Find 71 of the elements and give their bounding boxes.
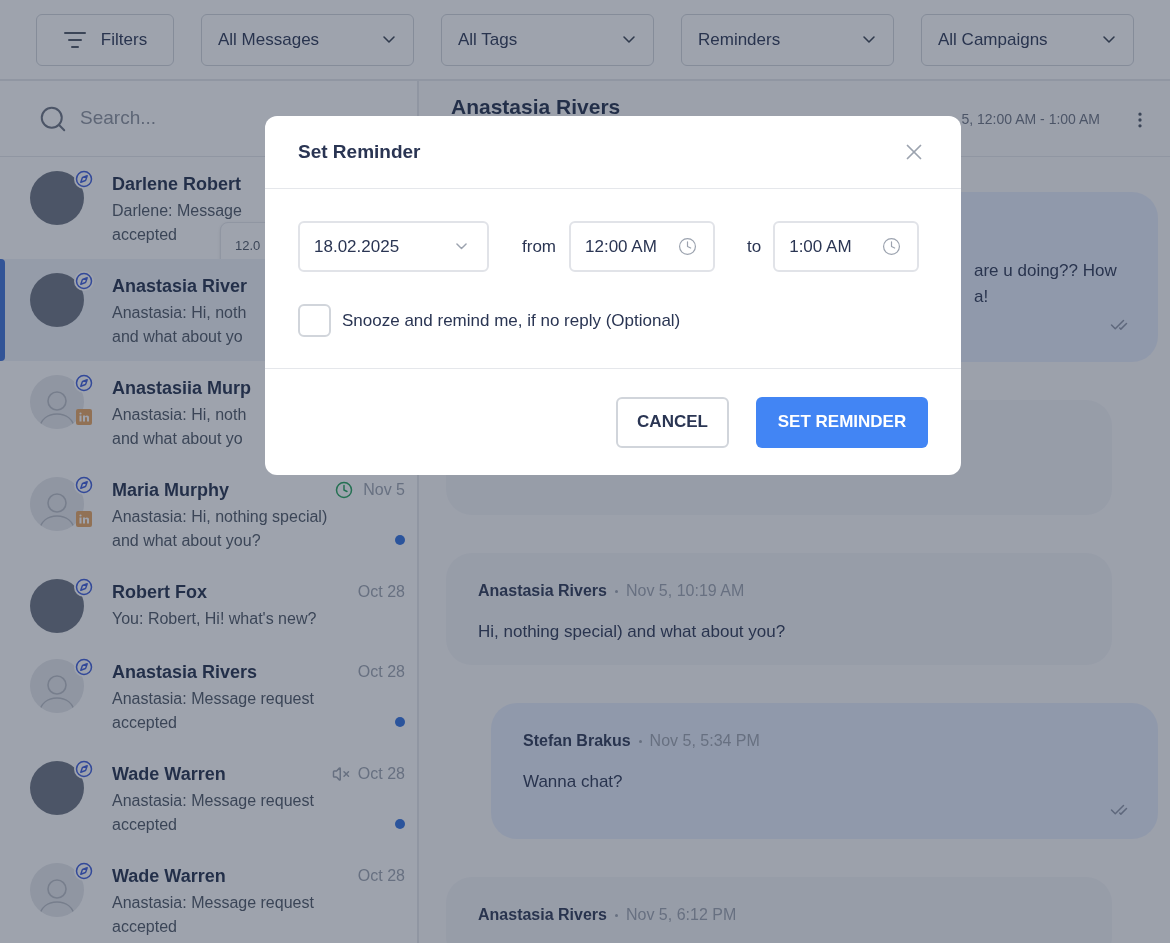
contact-name: Maria Murphy (112, 478, 230, 502)
date-field[interactable]: 18.02.2025 (298, 221, 489, 272)
contact-name: Anastasia River (112, 274, 248, 298)
clock-icon (335, 481, 354, 499)
message-preview: Anastasia: Message request (112, 893, 314, 913)
message-preview: Darlene: Message (112, 201, 242, 221)
avatar-placeholder (30, 477, 84, 531)
avatar-placeholder (30, 863, 84, 917)
photo-placeholder (30, 579, 84, 633)
chevron-down-icon (623, 36, 635, 43)
reminder-time: 5, 12:00 AM - 1:00 AM (961, 110, 1100, 129)
photo-placeholder (30, 273, 84, 327)
contact-name: Darlene Robert (112, 172, 242, 196)
contact-name: Anastasiia Murp (112, 376, 252, 400)
from-label: from (522, 235, 556, 258)
contact-name: Wade Warren (112, 864, 226, 888)
sender-name: Anastasia Rivers (478, 581, 607, 601)
message-preview: and what about yo (112, 327, 243, 347)
compass-icon (74, 759, 94, 779)
compass-icon (74, 861, 94, 881)
compass-icon (74, 373, 94, 393)
chevron-down-icon (863, 36, 875, 43)
filter-dropdown[interactable]: All Messages (201, 13, 414, 66)
compass-icon (74, 657, 94, 677)
chevron-down-icon (456, 243, 467, 250)
message-text: a! (974, 286, 989, 308)
message-preview: Anastasia: Hi, noth (112, 303, 247, 323)
clock-icon (882, 237, 902, 256)
message-preview: Anastasia: Hi, noth (112, 405, 247, 425)
message-text: Hi, nothing special) and what about you? (478, 621, 786, 643)
message-text: are u doing?? How (974, 260, 1117, 282)
photo-placeholder (30, 761, 84, 815)
chat-title: Anastasia Rivers (451, 95, 621, 119)
compass-icon (74, 169, 94, 189)
message-preview: Anastasia: Message request (112, 791, 314, 811)
time-field[interactable]: 1:00 AM (773, 221, 920, 272)
filter-dropdown[interactable]: All Tags (441, 13, 654, 66)
snooze-checkbox[interactable] (298, 304, 331, 337)
contact-name: Wade Warren (112, 762, 226, 786)
message-preview: and what about you? (112, 531, 261, 551)
photo-placeholder (30, 171, 84, 225)
contact-name: Anastasia Rivers (112, 660, 258, 684)
search-field[interactable]: Search... (80, 104, 280, 133)
sender-name: Anastasia Rivers (478, 905, 607, 925)
muted-icon (331, 765, 350, 783)
compass-icon (74, 577, 94, 597)
contact-name: Robert Fox (112, 580, 207, 604)
filter-dropdown[interactable]: Reminders (681, 13, 894, 66)
time-field[interactable]: 12:00 AM (569, 221, 715, 272)
clock-icon (678, 237, 697, 256)
compass-icon (74, 475, 94, 495)
chevron-down-icon (383, 36, 395, 43)
filter-dropdown[interactable]: All Campaigns (921, 13, 1134, 66)
message-preview: Anastasia: Hi, nothing special) (112, 507, 328, 527)
message-preview: accepted (112, 917, 177, 937)
set-reminder-button[interactable]: SET REMINDER (756, 396, 928, 448)
to-label: to (747, 235, 762, 258)
message-text: Wanna chat? (523, 771, 623, 793)
message-preview: accepted (112, 815, 177, 835)
message-preview: and what about yo (112, 429, 243, 449)
message-preview: You: Robert, Hi! what's new? (112, 609, 317, 629)
filters-button[interactable]: Filters (36, 13, 174, 66)
sender-name: Stefan Brakus (523, 731, 631, 751)
chevron-down-icon (1103, 36, 1115, 43)
cancel-button[interactable]: CANCEL (616, 396, 729, 448)
avatar-placeholder (30, 659, 84, 713)
compass-icon (74, 271, 94, 291)
message-preview: Anastasia: Message request (112, 689, 314, 709)
message-preview: accepted (112, 225, 177, 245)
message-preview: accepted (112, 713, 177, 733)
avatar-placeholder (30, 375, 84, 429)
